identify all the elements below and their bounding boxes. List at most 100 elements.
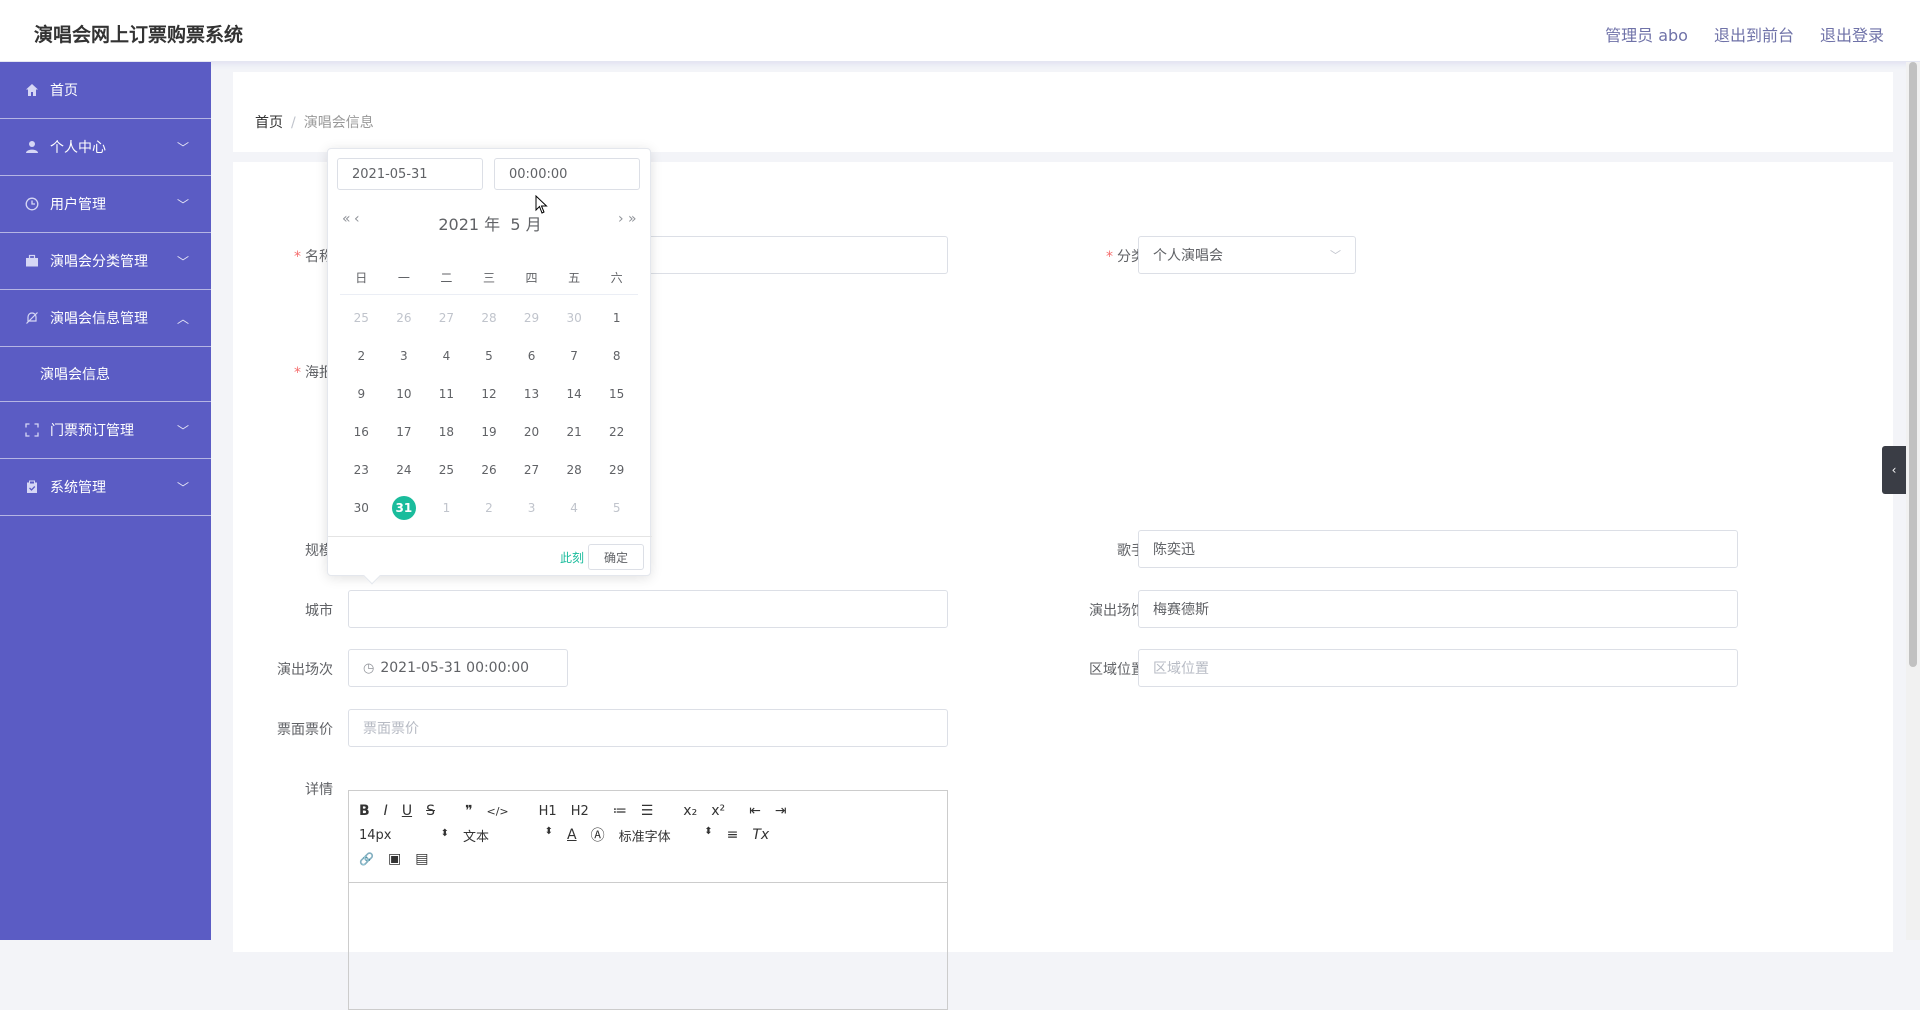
sidebar-item-concert-info-management[interactable]: 演唱会信息管理 ︿ [0,290,211,347]
outdent-button[interactable]: ⇤ [749,803,761,819]
calendar-day[interactable]: 30 [553,311,596,325]
calendar-day[interactable]: 6 [510,349,553,363]
calendar-day[interactable]: 28 [553,463,596,477]
singer-input[interactable]: 陈奕迅 [1138,530,1738,568]
next-month-icon[interactable]: › [618,211,624,227]
calendar-day[interactable]: 29 [595,463,638,477]
calendar-day[interactable]: 27 [425,311,468,325]
calendar-day[interactable]: 12 [468,387,511,401]
calendar-day[interactable]: 13 [510,387,553,401]
sidebar-item-label: 门票预订管理 [50,423,134,439]
breadcrumb-home[interactable]: 首页 [255,115,283,131]
calendar-day[interactable]: 7 [553,349,596,363]
strike-button[interactable]: S [426,803,435,819]
italic-button[interactable]: I [384,803,388,819]
chevron-left-icon[interactable]: ‹ [1882,446,1906,494]
picker-date-input[interactable]: 2021-05-31 [337,158,483,190]
code-button[interactable]: </> [487,805,509,818]
sidebar-item-home[interactable]: 首页 [0,62,211,119]
calendar-day[interactable]: 17 [383,425,426,439]
calendar-day[interactable]: 3 [510,501,553,515]
font-family-select[interactable]: 标准字体 ⬍ [619,826,713,845]
detail-label: 详情 [305,782,333,798]
back-to-frontend-link[interactable]: 退出到前台 [1714,22,1794,46]
superscript-button[interactable]: x² [711,803,725,819]
indent-button[interactable]: ⇥ [775,803,787,819]
now-button[interactable]: 此刻 [560,549,584,566]
calendar-day[interactable]: 30 [340,501,383,515]
text-color-button[interactable]: A [567,827,577,843]
calendar-day[interactable]: 29 [510,311,553,325]
calendar-day[interactable]: 27 [510,463,553,477]
venue-input[interactable]: 梅赛德斯 [1138,590,1738,628]
calendar-day[interactable]: 1 [595,311,638,325]
calendar-day[interactable]: 18 [425,425,468,439]
h2-button[interactable]: H2 [571,804,589,819]
ordered-list-button[interactable]: ≔ [613,803,627,819]
calendar-day[interactable]: 19 [468,425,511,439]
sidebar-item-personal-center[interactable]: 个人中心 ﹀ [0,119,211,176]
venue-label: 演出场馆 [1089,603,1145,619]
calendar-day[interactable]: 22 [595,425,638,439]
calendar-day[interactable]: 25 [340,311,383,325]
picker-year[interactable]: 2021 年 [438,215,500,234]
editor-body[interactable] [349,883,947,1009]
calendar-day[interactable]: 24 [383,463,426,477]
calendar-day[interactable]: 26 [468,463,511,477]
align-button[interactable]: ≡ [727,827,739,843]
sidebar-subitem-concert-info[interactable]: 演唱会信息 [0,347,211,402]
calendar-day[interactable]: 28 [468,311,511,325]
next-year-icon[interactable]: » [628,211,637,227]
calendar-day-selected[interactable]: 31 [383,496,426,520]
admin-user-link[interactable]: 管理员 abo [1605,22,1688,46]
bullet-list-button[interactable]: ☰ [641,803,654,819]
calendar-day[interactable]: 26 [383,311,426,325]
sidebar-item-system-management[interactable]: 系统管理 ﹀ [0,459,211,516]
calendar-day[interactable]: 11 [425,387,468,401]
quote-button[interactable]: ❞ [465,803,473,819]
logout-link[interactable]: 退出登录 [1820,22,1884,46]
image-button[interactable]: ▣ [388,851,401,867]
font-size-select[interactable]: 14px ⬍ [359,828,449,843]
sidebar-item-user-management[interactable]: 用户管理 ﹀ [0,176,211,233]
calendar-day[interactable]: 15 [595,387,638,401]
picker-time-input[interactable]: 00:00:00 [494,158,640,190]
calendar-day[interactable]: 5 [468,349,511,363]
link-button[interactable]: 🔗 [359,852,374,866]
price-input[interactable]: 票面票价 [348,709,948,747]
block-type-select[interactable]: 文本 ⬍ [463,826,553,845]
scrollbar-thumb[interactable] [1909,62,1917,667]
h1-button[interactable]: H1 [539,804,557,819]
calendar-day[interactable]: 1 [425,501,468,515]
calendar-day[interactable]: 10 [383,387,426,401]
calendar-day[interactable]: 25 [425,463,468,477]
calendar-day[interactable]: 20 [510,425,553,439]
calendar-day[interactable]: 21 [553,425,596,439]
confirm-button[interactable]: 确定 [588,544,644,570]
subscript-button[interactable]: x₂ [683,803,697,819]
city-input[interactable] [348,590,948,628]
calendar-day[interactable]: 16 [340,425,383,439]
video-button[interactable]: ▤ [415,851,428,867]
sidebar-item-ticket-booking-management[interactable]: 门票预订管理 ﹀ [0,402,211,459]
calendar-day[interactable]: 9 [340,387,383,401]
area-input[interactable]: 区域位置 [1138,649,1738,687]
calendar-day[interactable]: 2 [340,349,383,363]
category-select[interactable]: 个人演唱会 ﹀ [1138,236,1356,274]
calendar-day[interactable]: 2 [468,501,511,515]
calendar-day[interactable]: 14 [553,387,596,401]
session-datetime-input[interactable]: ◷ 2021-05-31 00:00:00 [348,649,568,687]
calendar-day[interactable]: 3 [383,349,426,363]
calendar-day[interactable]: 4 [553,501,596,515]
underline-button[interactable]: U [402,803,412,819]
clear-format-button[interactable]: Tx [752,827,769,843]
calendar-day[interactable]: 8 [595,349,638,363]
calendar-day[interactable]: 23 [340,463,383,477]
page-scrollbar[interactable] [1906,62,1920,940]
background-color-button[interactable]: Ⓐ [591,825,605,845]
calendar-day[interactable]: 4 [425,349,468,363]
sidebar-item-category-management[interactable]: 演唱会分类管理 ﹀ [0,233,211,290]
calendar-day[interactable]: 5 [595,501,638,515]
briefcase-icon [24,253,40,269]
bold-button[interactable]: B [359,803,370,819]
